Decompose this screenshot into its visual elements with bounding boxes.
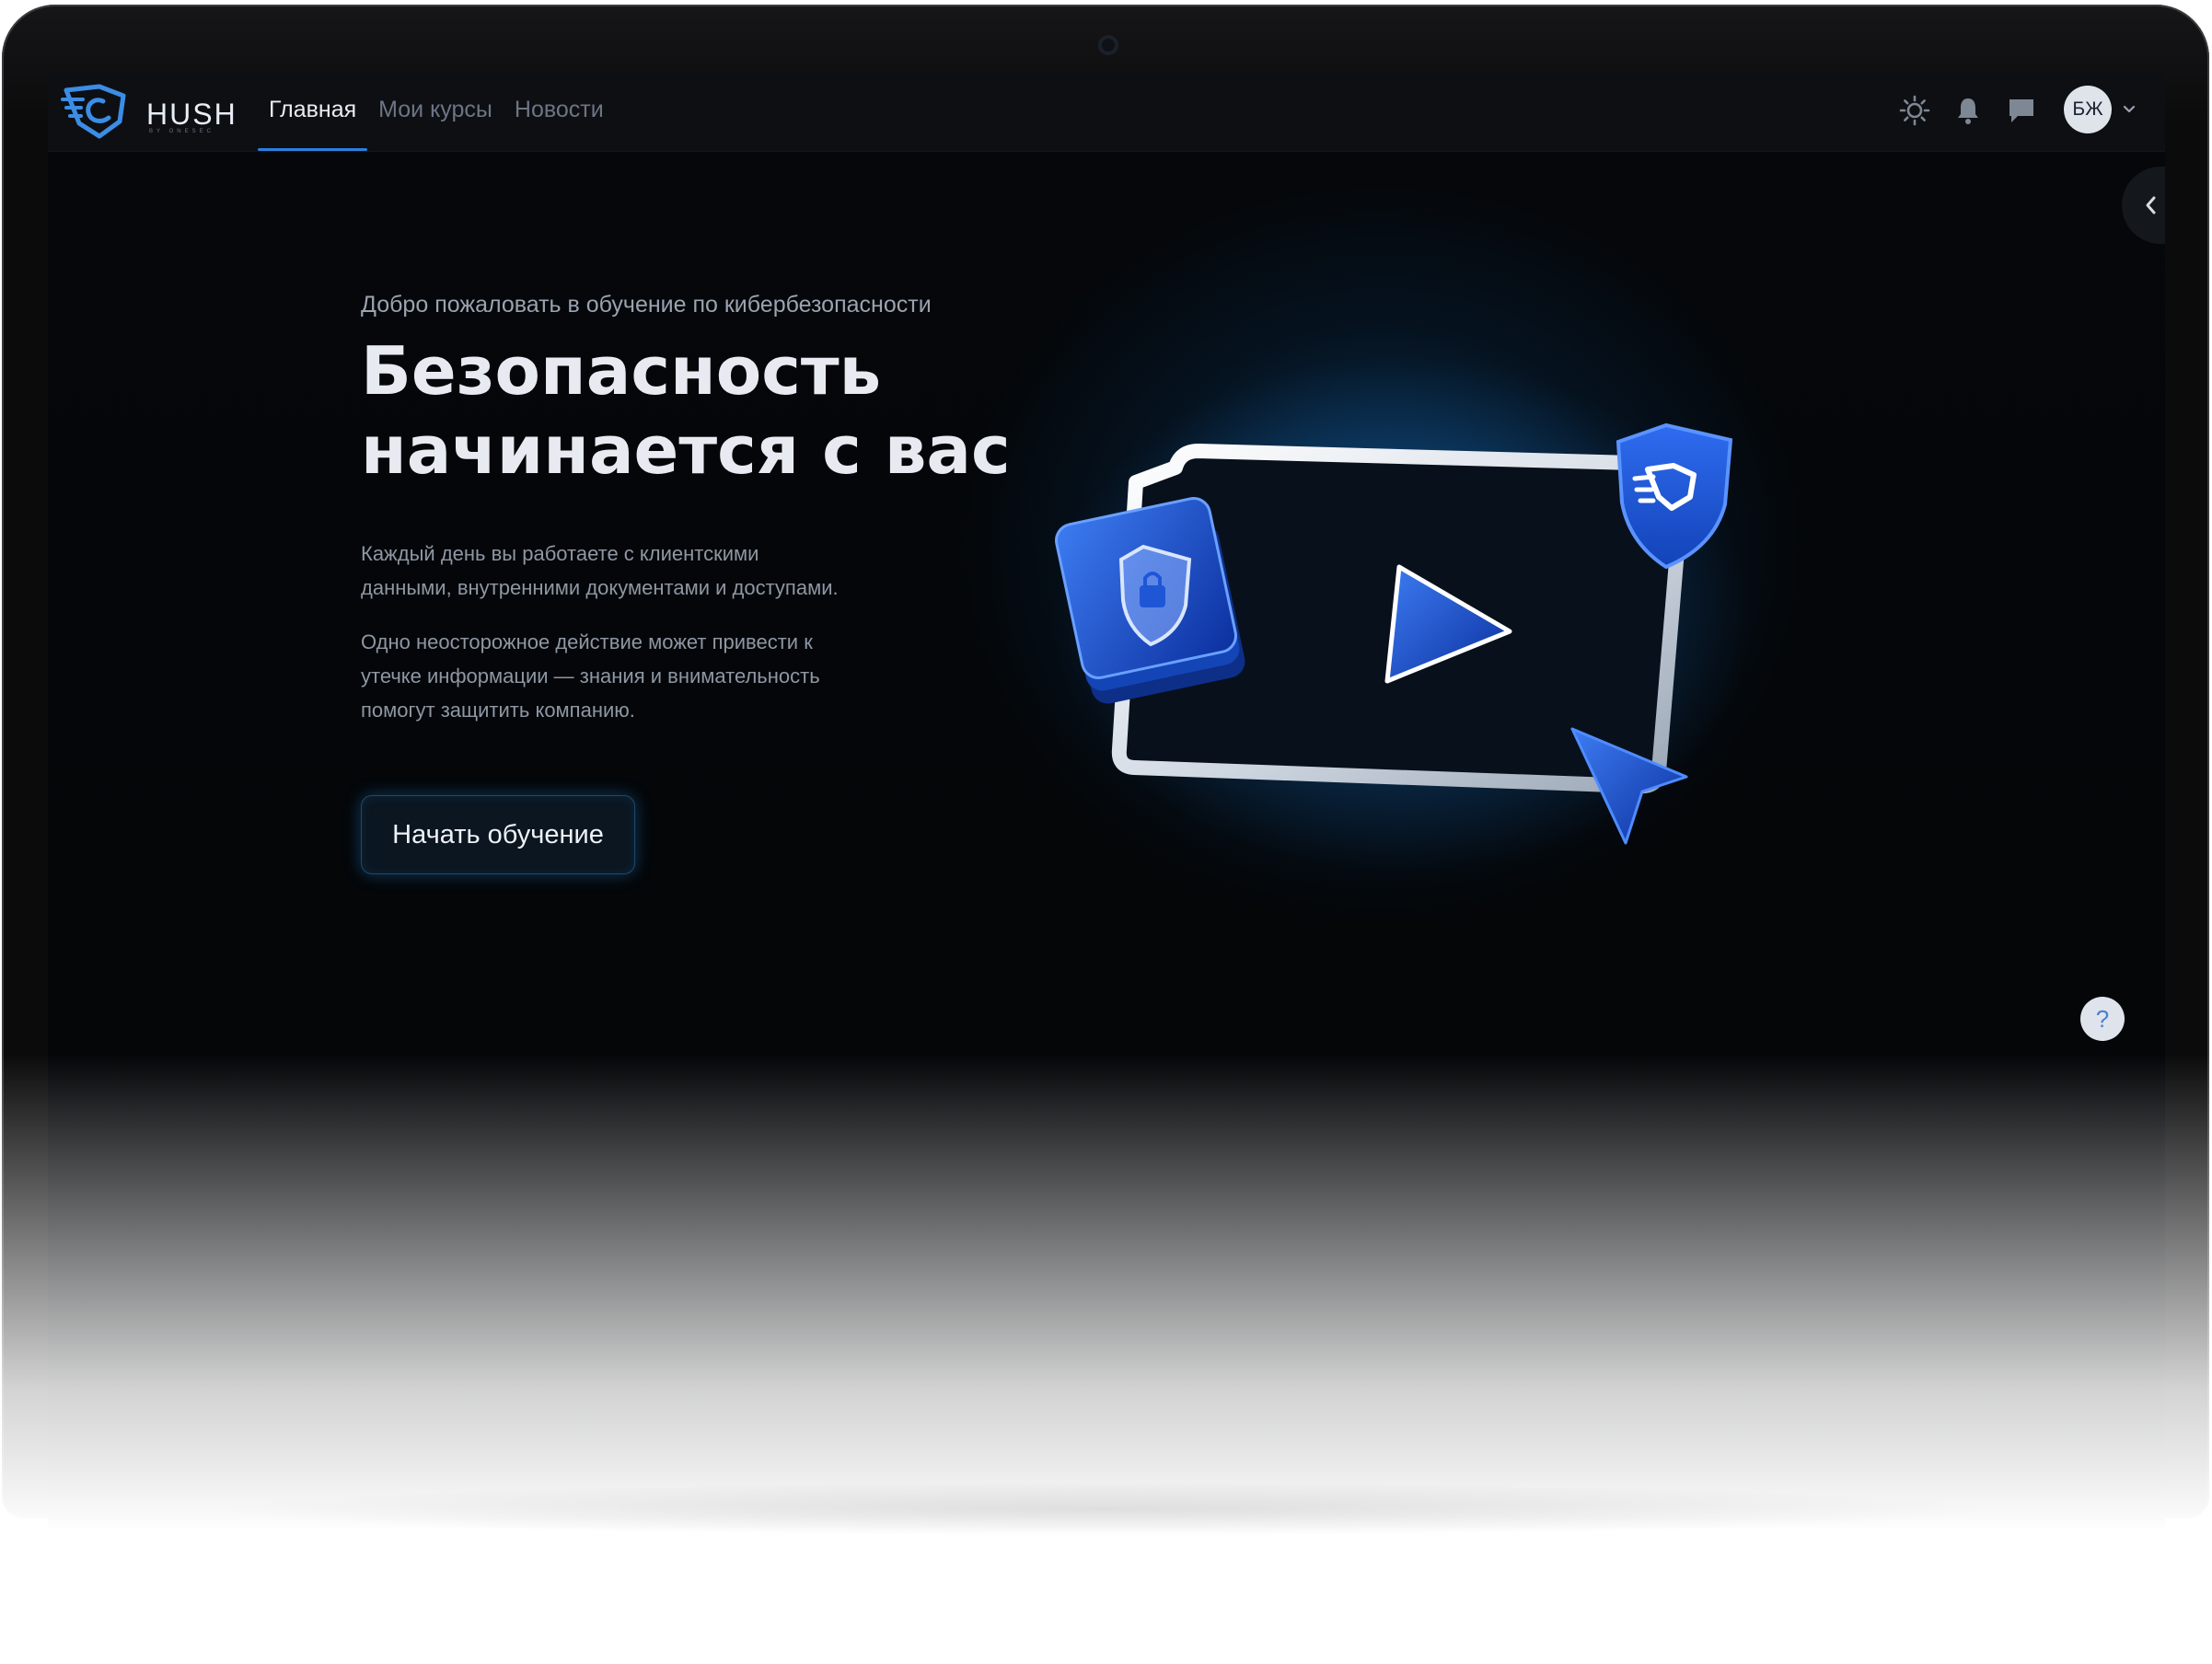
chevron-down-icon[interactable] (2121, 101, 2137, 118)
sun-icon[interactable] (1898, 94, 1931, 127)
chevron-left-icon (2146, 196, 2156, 214)
brand-name: HUSH (146, 98, 237, 131)
main-nav: Главная Мои курсы Новости (258, 72, 615, 151)
nav-item-news[interactable]: Новости (504, 72, 615, 151)
hero-headline-line-2: начинается с вас (361, 411, 1011, 489)
avatar[interactable]: БЖ (2064, 86, 2112, 133)
nav-item-my-courses[interactable]: Мои курсы (367, 72, 504, 151)
brand-logo[interactable]: HUSH BY ONESEC (59, 81, 237, 142)
hero-paragraph-2-line-1: Одно неосторожное действие может привест… (361, 630, 813, 653)
hero-headline-line-1: Безопасность (361, 332, 882, 410)
top-navigation-bar: HUSH BY ONESEC Главная Мои курсы Новости… (48, 72, 2165, 152)
hush-logo-icon (61, 84, 126, 139)
hero-eyebrow: Добро пожаловать в обучение по кибербезо… (361, 292, 932, 318)
bell-icon[interactable] (1951, 94, 1985, 127)
hero-illustration (1051, 357, 1751, 872)
hero-paragraph-1-line-1: Каждый день вы работаете с клиентскими (361, 542, 759, 565)
hero-paragraph-1: Каждый день вы работаете с клиентскими д… (361, 537, 950, 605)
hero-paragraph-2-line-2: утечке информации — знания и внимательно… (361, 664, 820, 688)
hero-paragraph-2: Одно неосторожное действие может привест… (361, 625, 950, 727)
start-learning-button[interactable]: Начать обучение (361, 795, 635, 874)
app-screen: HUSH BY ONESEC Главная Мои курсы Новости… (48, 72, 2165, 1528)
brand-tagline: BY ONESEC (149, 129, 214, 134)
camera-icon (1098, 35, 1118, 55)
device-base-shadow (203, 1482, 2007, 1537)
chat-icon[interactable] (2005, 94, 2038, 127)
hero-headline: Безопасность начинается с вас (361, 331, 1060, 490)
nav-item-home[interactable]: Главная (258, 72, 368, 151)
help-button[interactable]: ? (2080, 997, 2125, 1041)
hero-paragraph-1-line-2: данными, внутренними документами и досту… (361, 576, 839, 599)
hero-paragraph-2-line-3: помогут защитить компанию. (361, 699, 635, 722)
